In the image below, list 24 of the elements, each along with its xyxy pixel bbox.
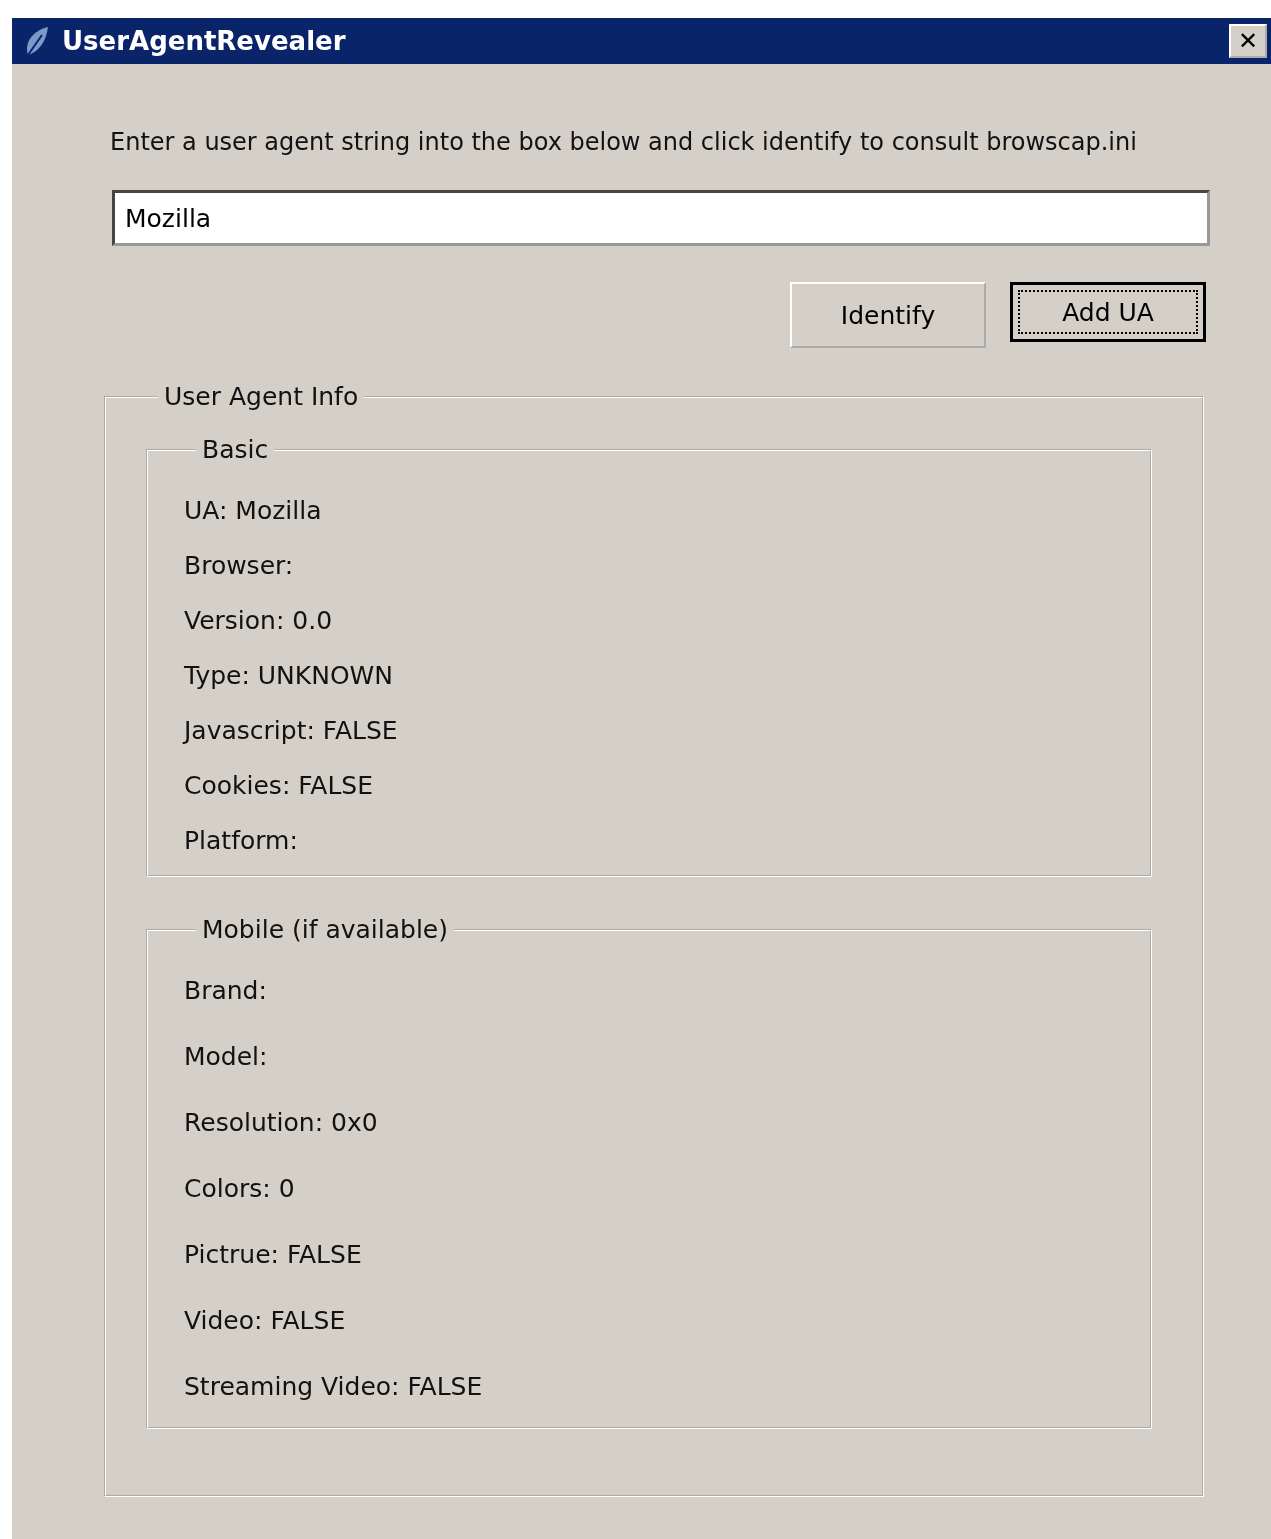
info-label: Brand: (184, 976, 268, 1006)
close-button[interactable]: ✕ (1229, 24, 1267, 58)
group-title: Basic (201, 435, 270, 464)
info-label: Video: FALSE (184, 1306, 347, 1336)
user-agent-field[interactable]: Mozilla (112, 190, 1210, 246)
info-label: Colors: 0 (184, 1174, 296, 1204)
info-label: Model: (184, 1042, 269, 1072)
info-label: UA: Mozilla (184, 496, 323, 526)
instruction-text: Enter a user agent string into the box below and click identify to consult browscap.ini (110, 128, 1138, 156)
info-label: Browser: (184, 551, 295, 581)
info-label: Pictrue: FALSE (184, 1240, 363, 1270)
info-label: Resolution: 0x0 (184, 1108, 379, 1138)
info-label: Cookies: FALSE (184, 771, 375, 801)
action-button[interactable]: Add UA (1010, 282, 1206, 342)
window-title: UserAgentRevealer (62, 26, 347, 56)
info-label: Streaming Video: FALSE (184, 1372, 484, 1402)
action-button[interactable]: Identify (790, 282, 986, 348)
leaf-icon (24, 25, 50, 57)
group-title: User Agent Info (163, 382, 360, 411)
info-label: Platform: (184, 826, 299, 856)
info-label: Type: UNKNOWN (184, 661, 394, 691)
info-label: Version: 0.0 (184, 606, 334, 636)
group-title: Mobile (if available) (201, 915, 449, 944)
info-label: Javascript: FALSE (184, 716, 399, 746)
